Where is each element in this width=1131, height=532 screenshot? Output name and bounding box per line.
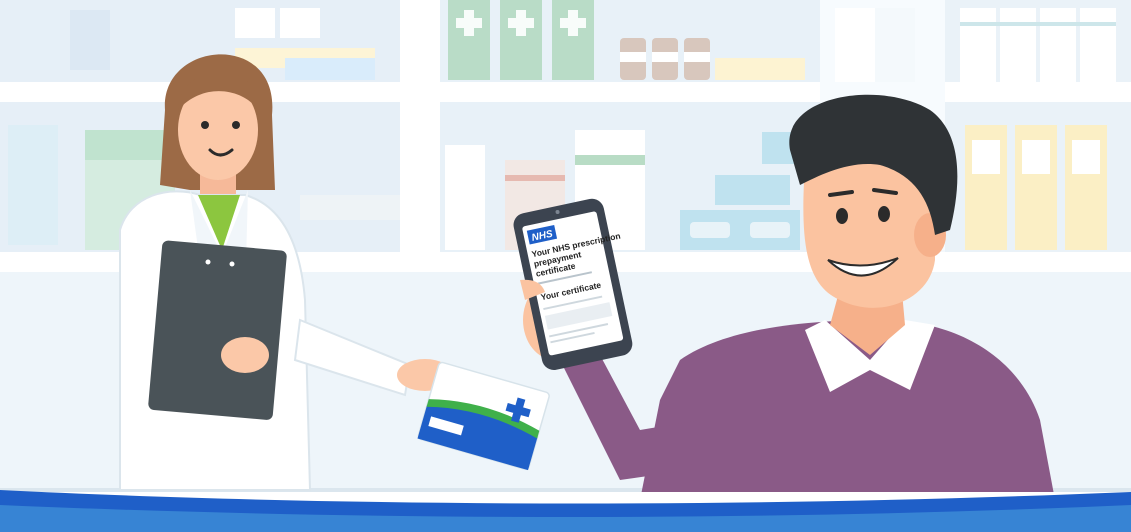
pharmacy-scene: NHS Your NHS prescription prepayment cer…	[0, 0, 1131, 532]
bottom-wave	[0, 490, 1131, 532]
illustration: NHS Your NHS prescription prepayment cer…	[0, 0, 1131, 532]
